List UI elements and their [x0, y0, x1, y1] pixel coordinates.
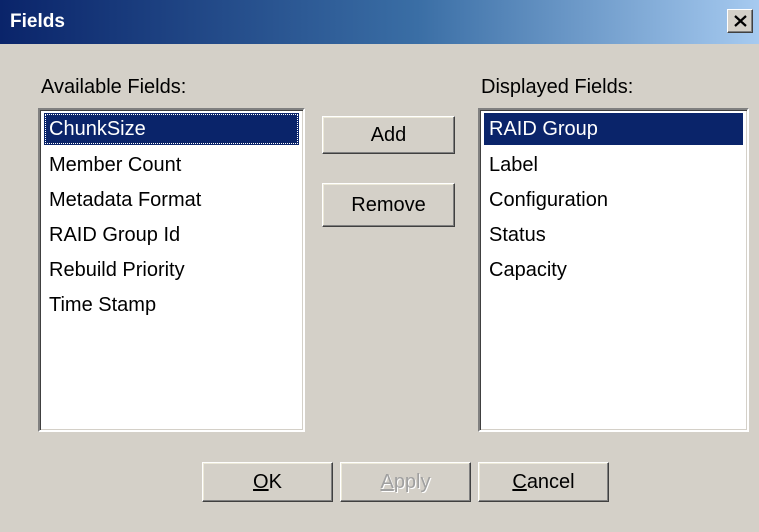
remove-button[interactable]: Remove — [322, 183, 455, 227]
cancel-button[interactable]: Cancel — [478, 462, 609, 502]
list-item[interactable]: Member Count — [44, 148, 299, 183]
list-item[interactable]: Time Stamp — [44, 288, 299, 323]
fields-dialog: Fields Available Fields: ChunkSize Member… — [0, 0, 759, 532]
add-button[interactable]: Add — [322, 116, 455, 154]
ok-mnemonic: O — [253, 471, 269, 493]
list-item[interactable]: Status — [484, 218, 743, 253]
list-item[interactable]: RAID Group Id — [44, 218, 299, 253]
close-icon — [734, 15, 747, 27]
list-item[interactable]: Metadata Format — [44, 183, 299, 218]
ok-label-rest: K — [268, 471, 282, 493]
list-item[interactable]: Capacity — [484, 253, 743, 288]
window-title: Fields — [10, 11, 65, 32]
available-fields-list[interactable]: ChunkSize Member Count Metadata Format RAID… — [38, 108, 305, 432]
apply-button[interactable]: Apply — [340, 462, 471, 502]
list-item[interactable]: ChunkSize — [44, 113, 299, 145]
title-bar[interactable]: Fields — [0, 0, 759, 44]
apply-mnemonic: A — [380, 471, 394, 493]
apply-label-rest: pply — [393, 471, 431, 493]
cancel-label-rest: ancel — [526, 471, 575, 493]
list-item[interactable]: RAID Group — [484, 113, 743, 145]
displayed-fields-list[interactable]: RAID Group Label Configuration Status Capaci… — [478, 108, 749, 432]
displayed-fields-label: Displayed Fields: — [481, 76, 634, 98]
list-item[interactable]: Configuration — [484, 183, 743, 218]
available-fields-label: Available Fields: — [41, 76, 187, 98]
ok-button[interactable]: OK — [202, 462, 333, 502]
list-item[interactable]: Rebuild Priority — [44, 253, 299, 288]
cancel-mnemonic: C — [512, 471, 527, 493]
close-button[interactable] — [727, 9, 753, 33]
list-item[interactable]: Label — [484, 148, 743, 183]
